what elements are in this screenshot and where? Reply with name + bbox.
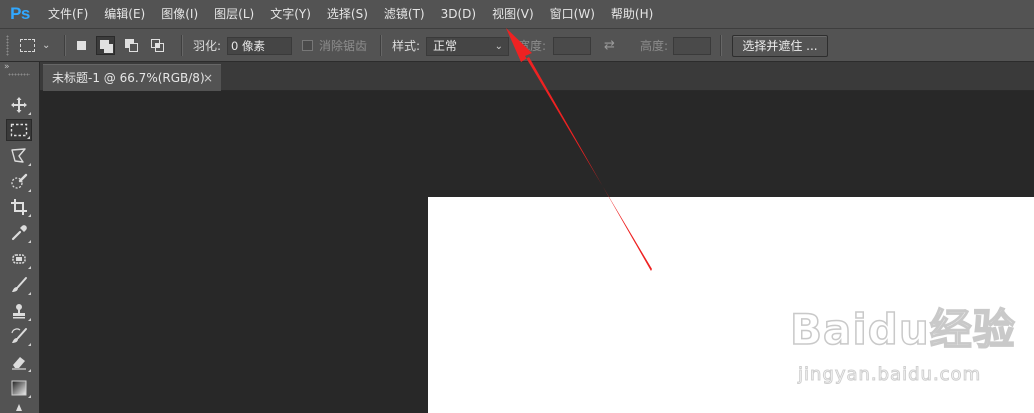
feather-input[interactable]: 0 像素 xyxy=(227,37,292,55)
add-to-selection-button[interactable] xyxy=(96,36,115,55)
menu-edit[interactable]: 编辑(E) xyxy=(96,0,153,28)
close-icon[interactable]: × xyxy=(203,65,213,91)
crop-tool[interactable] xyxy=(6,196,32,218)
tool-preset-picker[interactable]: ⌄ xyxy=(20,29,58,62)
gradient-tool[interactable] xyxy=(6,377,32,399)
intersect-selection-button[interactable] xyxy=(148,36,167,55)
select-and-mask-button[interactable]: 选择并遮住 ... xyxy=(732,35,828,57)
collapse-panel-icon[interactable]: » xyxy=(4,62,9,72)
history-brush-tool[interactable] xyxy=(6,325,32,347)
tools-panel-grip[interactable] xyxy=(8,73,30,76)
menu-help[interactable]: 帮助(H) xyxy=(603,0,661,28)
divider xyxy=(380,35,382,56)
style-label: 样式: xyxy=(392,39,421,53)
new-selection-button[interactable] xyxy=(72,36,91,55)
menu-3d[interactable]: 3D(D) xyxy=(433,0,484,28)
marquee-preset-icon xyxy=(20,39,35,52)
blur-tool[interactable] xyxy=(6,402,32,413)
divider xyxy=(181,35,183,56)
divider xyxy=(720,35,722,56)
tools-panel: » xyxy=(0,62,40,413)
document-tab-strip: 未标题-1 @ 66.7%(RGB/8) × xyxy=(40,62,1034,91)
crop-icon xyxy=(11,199,27,215)
history-brush-icon xyxy=(11,328,27,343)
document-canvas[interactable] xyxy=(428,197,1034,413)
style-select-value: 正常 xyxy=(433,39,458,53)
clone-stamp-tool[interactable] xyxy=(6,300,32,322)
quick-selection-icon xyxy=(11,173,28,189)
feather-label: 羽化: xyxy=(193,39,222,53)
options-bar-grip[interactable] xyxy=(6,35,9,56)
photoshop-logo: Ps xyxy=(10,4,30,23)
brush-tool[interactable] xyxy=(6,274,32,296)
lasso-tool[interactable] xyxy=(6,145,32,167)
height-label: 高度: xyxy=(640,39,669,53)
document-tab[interactable]: 未标题-1 @ 66.7%(RGB/8) × xyxy=(43,64,221,91)
menu-type[interactable]: 文字(Y) xyxy=(262,0,319,28)
menu-image[interactable]: 图像(I) xyxy=(153,0,206,28)
spot-healing-tool[interactable] xyxy=(6,248,32,270)
healing-brush-icon xyxy=(12,254,26,264)
brush-icon xyxy=(12,277,27,292)
menu-layer[interactable]: 图层(L) xyxy=(206,0,262,28)
gradient-icon xyxy=(11,380,27,396)
width-label: 宽度: xyxy=(518,39,547,53)
move-icon xyxy=(11,97,27,113)
blur-drop-icon xyxy=(16,404,22,411)
lasso-icon xyxy=(11,148,26,163)
menu-window[interactable]: 窗口(W) xyxy=(542,0,603,28)
quick-selection-tool[interactable] xyxy=(6,171,32,193)
height-input[interactable] xyxy=(673,37,711,55)
divider xyxy=(64,35,66,56)
stamp-icon xyxy=(13,304,25,319)
antialias-label: 消除锯齿 xyxy=(319,39,368,53)
style-select[interactable]: 正常 ⌄ xyxy=(426,37,509,56)
chevron-down-icon: ⌄ xyxy=(494,41,503,52)
menu-select[interactable]: 选择(S) xyxy=(319,0,376,28)
document-tab-title: 未标题-1 @ 66.7%(RGB/8) xyxy=(52,71,205,85)
antialias-checkbox[interactable] xyxy=(302,40,313,51)
menu-filter[interactable]: 滤镜(T) xyxy=(376,0,433,28)
menu-bar: Ps 文件(F) 编辑(E) 图像(I) 图层(L) 文字(Y) 选择(S) 滤… xyxy=(0,0,1034,28)
new-selection-icon xyxy=(77,41,86,50)
menu-file[interactable]: 文件(F) xyxy=(40,0,96,28)
eraser-icon xyxy=(12,357,26,370)
options-bar: ⌄ 羽化: 0 像素 消除锯齿 样式: 正常 ⌄ 宽度: ⇄ 高度: 选择并遮住… xyxy=(0,28,1034,62)
move-tool[interactable] xyxy=(6,94,32,116)
swap-width-height-icon[interactable]: ⇄ xyxy=(604,29,615,62)
menu-view[interactable]: 视图(V) xyxy=(484,0,542,28)
rectangular-marquee-icon xyxy=(10,123,28,137)
eraser-tool[interactable] xyxy=(6,351,32,373)
chevron-down-icon: ⌄ xyxy=(42,40,51,51)
eyedropper-icon xyxy=(11,225,27,241)
rectangular-marquee-tool[interactable] xyxy=(6,119,32,141)
eyedropper-tool[interactable] xyxy=(6,222,32,244)
width-input[interactable] xyxy=(553,37,591,55)
subtract-from-selection-button[interactable] xyxy=(122,36,141,55)
